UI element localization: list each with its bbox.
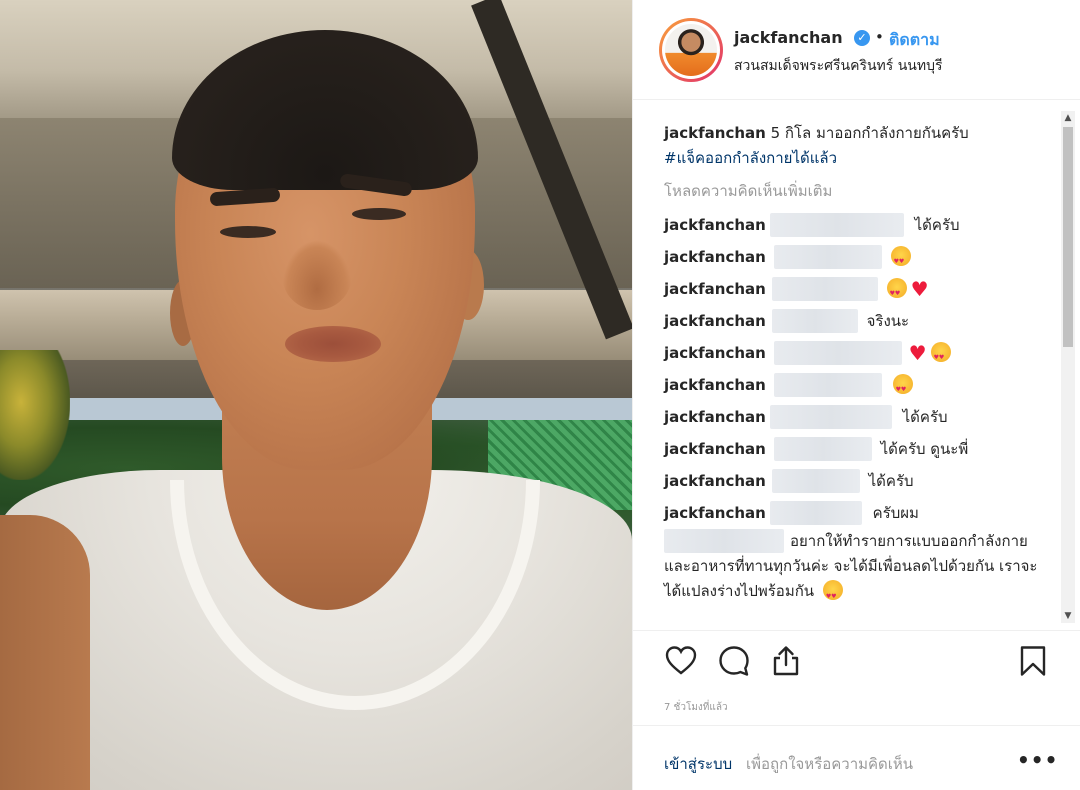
- comment-row: jackfanchan ครับผม: [664, 501, 919, 525]
- blurred-name: [769, 405, 892, 429]
- scroll-down-arrow-icon[interactable]: ▼: [1061, 609, 1075, 623]
- red-heart-emoji-icon: ♥: [908, 341, 927, 365]
- post-header: jackfanchan ✓ • ติดตาม สวนสมเด็จพระศรีนค…: [633, 0, 1080, 100]
- photo-person: [0, 0, 632, 790]
- comment-row: jackfanchan ได้ครับ: [664, 405, 948, 429]
- blurred-name: [769, 501, 862, 525]
- blurred-name: [773, 373, 882, 397]
- blurred-name: [773, 245, 882, 269]
- comment-username[interactable]: jackfanchan: [664, 472, 766, 490]
- avatar-frame: [662, 21, 720, 79]
- blurred-name: [664, 529, 784, 553]
- red-heart-emoji-icon: ♥: [910, 277, 929, 301]
- comment-row: jackfanchan: [664, 245, 911, 274]
- comment-text: ได้ครับ ดูนะพี่: [880, 440, 969, 458]
- comment-row: jackfanchan ♥: [664, 341, 951, 370]
- star-eyes-emoji-icon: [890, 246, 911, 274]
- comment-username[interactable]: jackfanchan: [664, 216, 766, 234]
- heart-icon[interactable]: [664, 644, 698, 678]
- comment-row: jackfanchan จริงนะ: [664, 309, 909, 333]
- load-more-comments-button[interactable]: โหลดความคิดเห็นเพิ่มเติม: [664, 179, 832, 203]
- post-caption: jackfanchan 5 กิโล มาออกกำลังกายกันครับ …: [664, 121, 1044, 171]
- person-eye-right: [352, 208, 406, 220]
- comment-text: ได้ครับ: [914, 216, 960, 234]
- person-shoulder: [0, 515, 90, 790]
- comment-row: jackfanchan ได้ครับ: [664, 213, 960, 237]
- scrollbar-thumb[interactable]: [1063, 127, 1073, 347]
- comment-username[interactable]: jackfanchan: [664, 280, 766, 298]
- post-panel: jackfanchan ✓ • ติดตาม สวนสมเด็จพระศรีนค…: [632, 0, 1080, 790]
- comment-row: jackfanchan ♥: [664, 277, 929, 306]
- username-link[interactable]: jackfanchan: [734, 28, 843, 47]
- login-prompt-text: เพื่อถูกใจหรือความคิดเห็น: [746, 755, 914, 773]
- star-eyes-emoji-icon: [886, 278, 907, 306]
- login-link[interactable]: เข้าสู่ระบบ: [664, 752, 732, 776]
- comment-row: อยากให้ทำรายการแบบออกกำลังกาย และอาหารที…: [664, 529, 1044, 609]
- comment-icon[interactable]: [717, 644, 751, 678]
- add-comment-bar: เข้าสู่ระบบ เพื่อถูกใจหรือความคิดเห็น ••…: [633, 725, 1080, 790]
- blurred-name: [771, 277, 878, 301]
- comment-text: ได้ครับ: [868, 472, 914, 490]
- share-icon[interactable]: [769, 644, 803, 678]
- comment-username[interactable]: jackfanchan: [664, 408, 766, 426]
- comment-text: ได้ครับ: [902, 408, 948, 426]
- bookmark-icon[interactable]: [1016, 644, 1050, 678]
- more-options-icon[interactable]: •••: [1017, 748, 1058, 772]
- person-eye-left: [220, 226, 276, 238]
- comment-username[interactable]: jackfanchan: [664, 344, 766, 362]
- comment-username[interactable]: jackfanchan: [664, 440, 766, 458]
- caption-hashtag[interactable]: #แจ็คออกกำลังกายได้แล้ว: [664, 149, 837, 167]
- person-mouth: [285, 326, 381, 362]
- person-nose: [282, 240, 352, 310]
- avatar-image: [665, 24, 717, 76]
- comment-text: ครับผม: [872, 504, 919, 522]
- post-timestamp[interactable]: 7 ชั่วโมงที่แล้ว: [664, 700, 728, 715]
- comment-row: jackfanchan: [664, 373, 913, 402]
- comments-section[interactable]: jackfanchan 5 กิโล มาออกกำลังกายกันครับ …: [633, 101, 1080, 631]
- post-actions: [633, 632, 1080, 692]
- separator-dot: •: [875, 28, 884, 46]
- star-eyes-emoji-icon: [930, 342, 951, 370]
- avatar[interactable]: [659, 18, 723, 82]
- comment-username[interactable]: jackfanchan: [664, 248, 766, 266]
- comment-username[interactable]: jackfanchan: [664, 504, 766, 522]
- blurred-name: [771, 309, 858, 333]
- instagram-post: jackfanchan ✓ • ติดตาม สวนสมเด็จพระศรีนค…: [0, 0, 1080, 790]
- comment-row: jackfanchan ได้ครับ ดูนะพี่: [664, 437, 968, 461]
- person-hair: [172, 30, 478, 190]
- verified-badge-icon: ✓: [854, 30, 870, 46]
- post-photo: [0, 0, 632, 790]
- blurred-name: [771, 469, 860, 493]
- caption-username[interactable]: jackfanchan: [664, 124, 766, 142]
- scroll-up-arrow-icon[interactable]: ▲: [1061, 111, 1075, 125]
- comment-username[interactable]: jackfanchan: [664, 312, 766, 330]
- comment-username[interactable]: jackfanchan: [664, 376, 766, 394]
- blurred-name: [773, 341, 902, 365]
- star-eyes-emoji-icon: [892, 374, 913, 402]
- comment-text: จริงนะ: [866, 312, 910, 330]
- blurred-name: [773, 437, 872, 461]
- caption-text: 5 กิโล มาออกกำลังกายกันครับ: [765, 124, 969, 142]
- star-eyes-emoji-icon: [822, 580, 843, 609]
- blurred-name: [769, 213, 904, 237]
- location-link[interactable]: สวนสมเด็จพระศรีนครินทร์ นนทบุรี: [734, 55, 943, 77]
- follow-button[interactable]: ติดตาม: [889, 28, 940, 53]
- comment-row: jackfanchan ได้ครับ: [664, 469, 914, 493]
